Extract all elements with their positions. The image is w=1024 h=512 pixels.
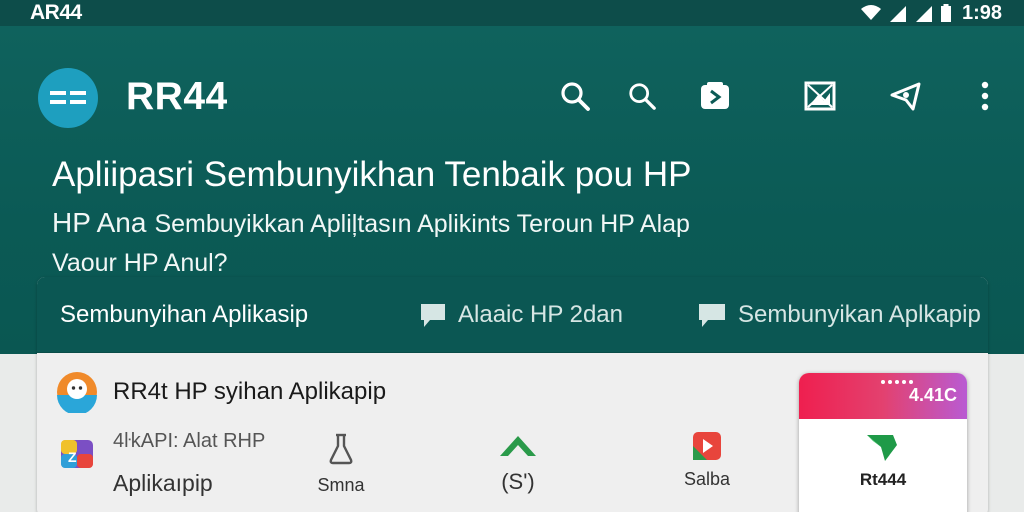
signal-icon (889, 6, 906, 22)
svg-text:Z: Z (68, 449, 77, 465)
status-time: 1:98 (961, 1, 1002, 24)
search-icon[interactable] (558, 78, 592, 114)
featured-app-banner: 4.41C (799, 373, 967, 419)
dots-decoration (881, 380, 913, 384)
mini-item-label: Smna (317, 475, 365, 495)
chevron-up-icon (500, 436, 536, 456)
image-icon[interactable] (803, 78, 837, 114)
mini-item-label: (S') (501, 469, 535, 494)
app-title: RR44 (126, 75, 228, 118)
status-carrier: AR44 (30, 1, 82, 24)
hero-subtitle: HP Ana Sembuyikkan Apliļtasın Aplikints T… (52, 207, 690, 239)
tab-sembunyihan-aplikasip[interactable]: Sembunyihan Aplikasip (60, 277, 308, 353)
hero-subtitle-rest: Sembuyikkan Apliļtasın Aplikints Teroun … (154, 210, 690, 238)
mini-item-label: Salba (683, 469, 731, 489)
app-icon (693, 432, 721, 460)
featured-app-card[interactable]: 4.41C Rt444 (799, 373, 967, 512)
tab-bar: Sembunyihan Aplikasip Alaaic HP 2dan Sem… (37, 277, 988, 353)
list-item-title[interactable]: RR4t HP syihan Aplikapip (113, 378, 386, 406)
list-item-subtitle[interactable]: Aplikaıpip (113, 470, 213, 497)
content-card: Sembunyihan Aplikasip Alaaic HP 2dan Sem… (37, 277, 988, 512)
arrow-icon (867, 435, 897, 461)
mini-item-salba[interactable]: Salba (667, 432, 747, 490)
chat-icon (421, 304, 445, 327)
hero-subtitle-strong: HP Ana (52, 207, 147, 238)
mini-item-smna[interactable]: Smna (301, 432, 381, 496)
tab-label: Sembunyikan Aplkapip (738, 301, 981, 328)
chat-icon (699, 304, 725, 327)
tab-sembunyikan-aplkapip[interactable]: Sembunyikan Aplkapip (696, 277, 981, 353)
featured-app-name: Rt444 (859, 470, 907, 489)
list-item-title: 4ŀkAPI: Alat RHP (113, 430, 266, 452)
tab-alaaic-hp[interactable]: Alaaic HP 2dan (418, 277, 623, 353)
status-icons: 1:98 (860, 0, 1002, 26)
flask-icon (329, 433, 353, 465)
menu-icon (50, 91, 86, 104)
status-bar: AR44 1:98 (0, 0, 1024, 26)
app-icon: Z (59, 436, 95, 472)
wifi-icon (860, 5, 881, 20)
battery-icon (940, 4, 951, 22)
menu-button[interactable] (38, 68, 98, 128)
search-icon[interactable] (625, 78, 659, 114)
mini-item-s[interactable]: (S') (478, 430, 558, 495)
tab-label: Sembunyihan Aplikasip (60, 301, 309, 328)
send-icon[interactable] (889, 78, 923, 114)
hero-headline: Apliipasri Sembunyikhan Tenbaik pou HP (52, 155, 692, 194)
avatar-icon (56, 371, 98, 415)
featured-app-badge: 4.41C (908, 385, 957, 405)
play-store-icon[interactable] (698, 78, 732, 114)
tab-label: Alaaic HP 2dan (458, 301, 623, 328)
more-vert-icon[interactable] (968, 78, 1002, 114)
signal-icon (915, 6, 932, 22)
hero-question: Vaour HP Anul? (52, 249, 228, 277)
